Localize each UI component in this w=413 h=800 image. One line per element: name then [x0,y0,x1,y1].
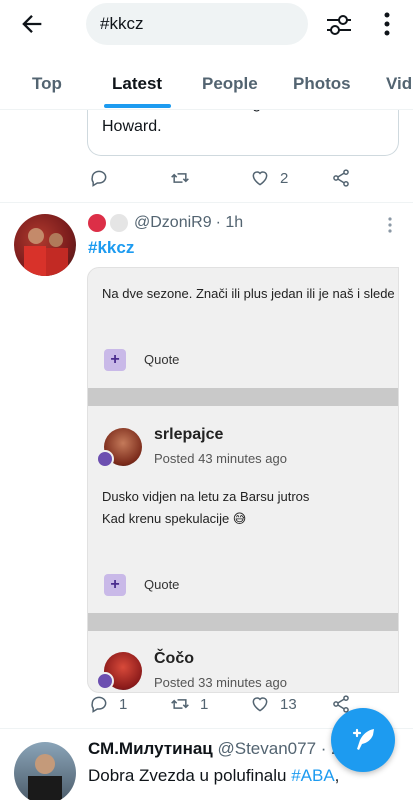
top-bar: #kkcz [0,0,413,48]
heart-icon [252,171,268,186]
user-badge-icon [96,672,114,690]
like-count: 13 [280,695,297,713]
like-button[interactable]: 2 [250,168,288,188]
tweet-text-segment: , [334,766,340,785]
share-icon [333,169,349,187]
reply-count: 1 [119,695,128,713]
forum-post-text: Na dve sezone. Znači ili plus jedan ili … [102,286,395,301]
active-tab-indicator [104,104,171,108]
avatar[interactable] [14,214,76,276]
forum-username: srlepajce [154,426,224,443]
avatar-image [24,228,68,276]
retweet-count: 1 [200,695,209,713]
retweet-button[interactable]: 1 [170,694,208,714]
retweet-icon [171,699,189,709]
red-circle-emoji [88,214,106,232]
search-input[interactable]: #kkcz [86,3,308,45]
embedded-forum-screenshot[interactable]: Na dve sezone. Znači ili plus jedan ili … [87,267,399,693]
feather-plus-icon [352,728,374,750]
white-circle-emoji [110,214,128,232]
forum-post-time: Posted 33 minutes ago [154,675,287,690]
hashtag-link[interactable]: #ABA [291,766,334,785]
avatar-image [28,754,62,800]
like-button[interactable]: 13 [250,694,297,714]
post-separator [88,388,398,406]
more-vertical-icon[interactable] [378,10,396,38]
forum-post-body: Dusko vidjen na letu za Barsu jutros Kad… [102,486,309,530]
quoted-text-line: Howard. [102,118,162,135]
tweet-divider [0,202,413,203]
forum-username: Čočo [154,650,194,667]
reply-icon [91,170,107,187]
user-handle[interactable]: @Stevan077 · 2 [217,739,340,758]
tab-videos[interactable]: Vid [386,74,412,94]
reply-button[interactable]: 1 [89,694,127,714]
retweet-icon [171,173,189,183]
tweet-header: @DzoniR9 · 1h [88,214,243,232]
tweet-time: · 1h [215,214,244,231]
display-name[interactable]: СМ.Милутинац [88,739,213,758]
compose-tweet-button[interactable] [331,708,395,772]
heart-icon [252,697,268,712]
hashtag-link[interactable]: #kkcz [88,238,134,258]
forum-post-line: Dusko vidjen na letu za Barsu jutros [102,489,310,504]
tab-photos[interactable]: Photos [293,74,351,94]
tab-latest[interactable]: Latest [112,74,162,94]
tweet-text-segment: Dobra Zvezda u polufinalu [88,766,292,785]
sliders-icon[interactable] [324,10,354,40]
tweet-author: СМ.Милутинац @Stevan077 · 2 [88,739,341,759]
plus-icon: + [104,574,126,596]
post-separator [88,613,398,631]
search-tabs: Top Latest People Photos Vid [0,48,413,110]
share-button[interactable] [331,168,351,188]
retweet-button[interactable] [170,168,190,188]
tab-top[interactable]: Top [32,74,62,94]
forum-post-time: Posted 43 minutes ago [154,451,287,466]
avatar[interactable] [14,742,76,800]
arrow-left-icon[interactable] [18,10,46,38]
search-query: #kkcz [100,14,144,33]
reply-button[interactable] [89,168,109,188]
tweet-text: Dobra Zvezda u polufinalu #ABA, [88,764,339,788]
like-count: 2 [280,169,289,187]
reply-icon [91,696,107,713]
user-badge-icon [96,450,114,468]
quote-label: Quote [144,352,180,367]
forum-post-line: Kad krenu spekulacije 😅 [102,511,247,526]
more-vertical-icon[interactable] [386,216,394,234]
tab-people[interactable]: People [202,74,258,94]
user-handle[interactable]: @DzoniR9 [134,214,212,232]
plus-icon: + [104,349,126,371]
quote-label: Quote [144,577,180,592]
